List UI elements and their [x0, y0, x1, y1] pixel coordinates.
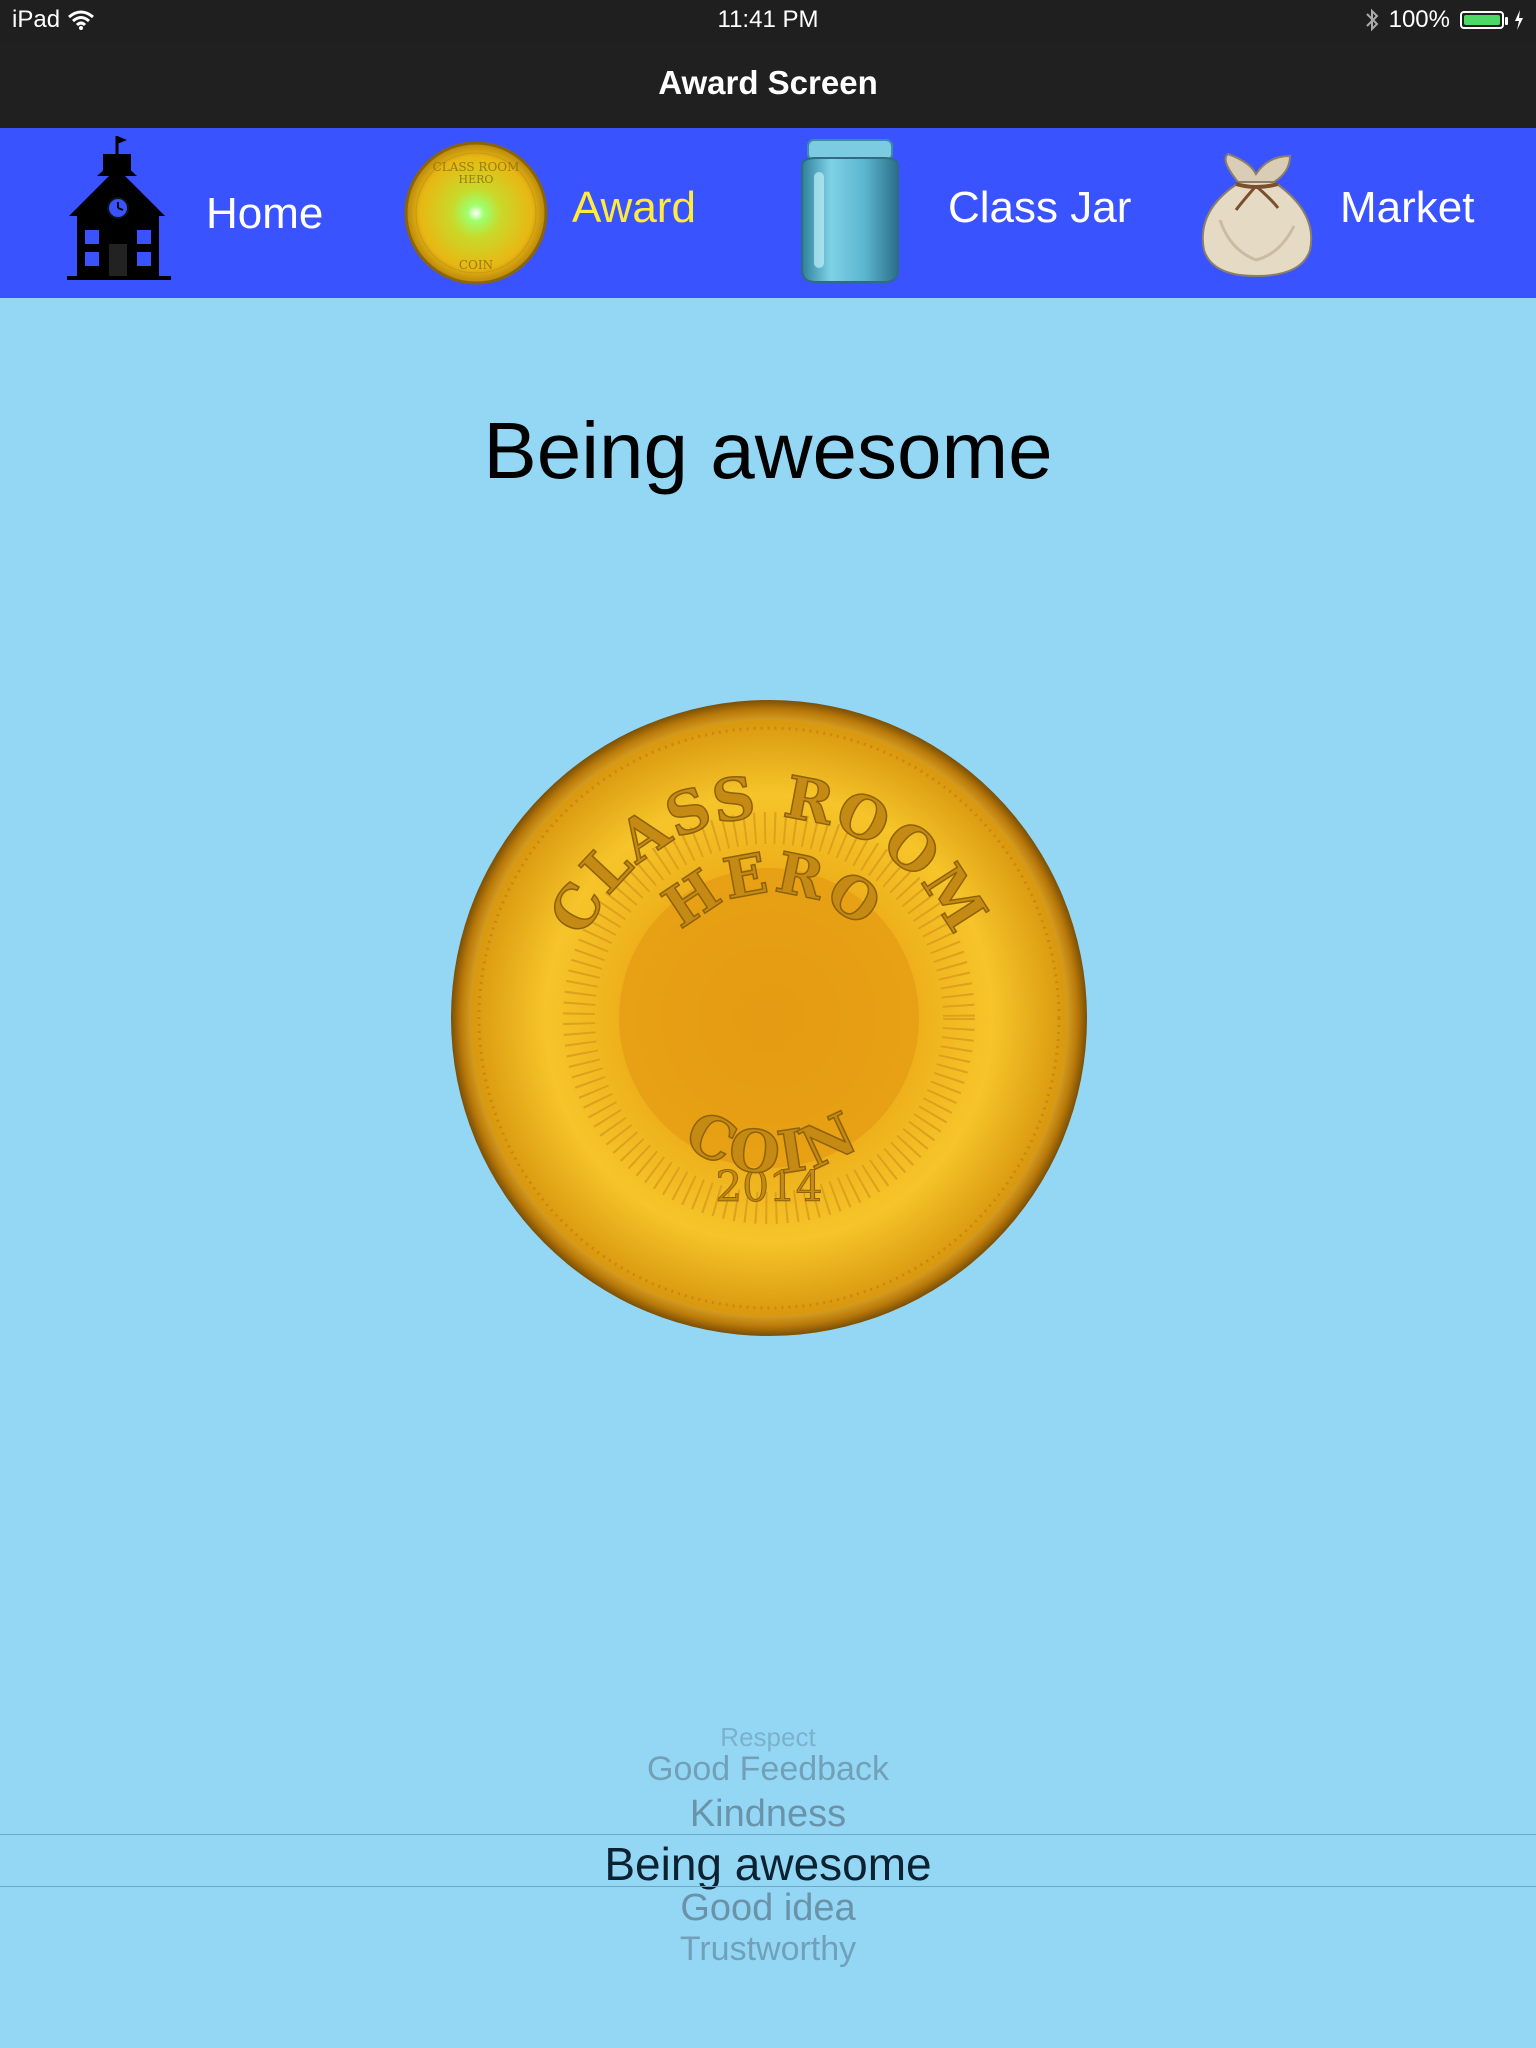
picker-option[interactable]: Trustworthy [0, 1930, 1536, 1969]
navigation-bar: Award Screen [0, 42, 1536, 128]
picker-selection-line [0, 1834, 1536, 1835]
tab-class-jar-label: Class Jar [948, 183, 1132, 232]
picker-option[interactable]: Good idea [0, 1887, 1536, 1930]
status-bar: iPad 11:41 PM 100% [0, 0, 1536, 42]
tab-market[interactable]: Market [1190, 128, 1500, 298]
tab-market-label: Market [1340, 183, 1475, 232]
tab-home-label: Home [206, 189, 324, 238]
coin-icon: CLASS ROOM HERO COIN [404, 141, 548, 285]
award-coin[interactable]: CLASS ROOM HERO 2014 COIN [448, 697, 1090, 1339]
picker-option[interactable]: Respect [0, 1722, 1536, 1753]
small-coin-middle-text: HERO [459, 173, 494, 186]
charging-icon [1515, 10, 1523, 30]
picker-option[interactable]: Kindness [0, 1793, 1536, 1836]
nav-title: Award Screen [658, 64, 878, 101]
small-coin-top-text: CLASS ROOM [433, 160, 520, 174]
award-picker[interactable]: Respect Good Feedback Kindness Being awe… [0, 1710, 1536, 1990]
award-title: Being awesome [483, 406, 1053, 495]
tab-class-jar[interactable]: Class Jar [792, 128, 1142, 298]
battery-percent: 100% [1388, 6, 1450, 33]
tab-award-label: Award [572, 183, 696, 232]
tab-bar: Home CLASS ROOM HERO COIN Award Class Ja… [0, 128, 1536, 298]
picker-option-selected[interactable]: Being awesome [0, 1837, 1536, 1891]
schoolhouse-icon [67, 136, 171, 280]
bluetooth-icon [1365, 8, 1379, 32]
battery-fill [1464, 15, 1500, 25]
clock: 11:41 PM [717, 6, 819, 33]
small-coin-bottom-text: COIN [459, 258, 493, 272]
coin-image: CLASS ROOM HERO 2014 COIN [451, 700, 1087, 1336]
jar-icon [801, 139, 899, 283]
sack-icon [1201, 152, 1313, 278]
tab-home[interactable]: Home [55, 128, 355, 298]
picker-option[interactable]: Good Feedback [0, 1750, 1536, 1789]
tab-award[interactable]: CLASS ROOM HERO COIN Award [404, 128, 724, 298]
battery-icon [1460, 11, 1508, 29]
